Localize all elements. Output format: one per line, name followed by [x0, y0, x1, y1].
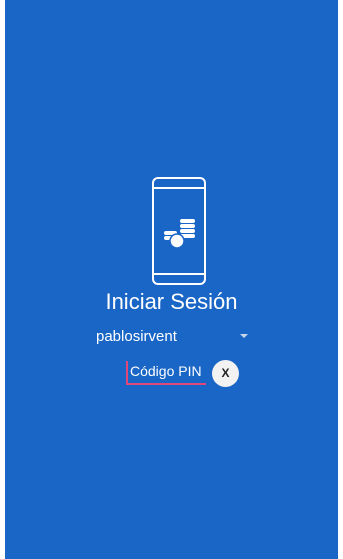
phone-coins-icon — [152, 177, 206, 285]
username-value: pablosirvent — [96, 328, 177, 345]
page-title: Iniciar Sesión — [105, 289, 238, 314]
text-cursor — [126, 361, 128, 383]
pin-placeholder: Código PIN — [130, 363, 202, 379]
clear-pin-button[interactable]: X — [212, 360, 239, 387]
chevron-down-icon[interactable] — [240, 334, 248, 338]
pin-input[interactable]: Código PIN — [126, 358, 206, 386]
pin-underline — [126, 383, 206, 385]
username-select[interactable]: pablosirvent — [96, 324, 248, 350]
login-screen: Iniciar Sesión pablosirvent Código PIN X — [5, 0, 338, 559]
